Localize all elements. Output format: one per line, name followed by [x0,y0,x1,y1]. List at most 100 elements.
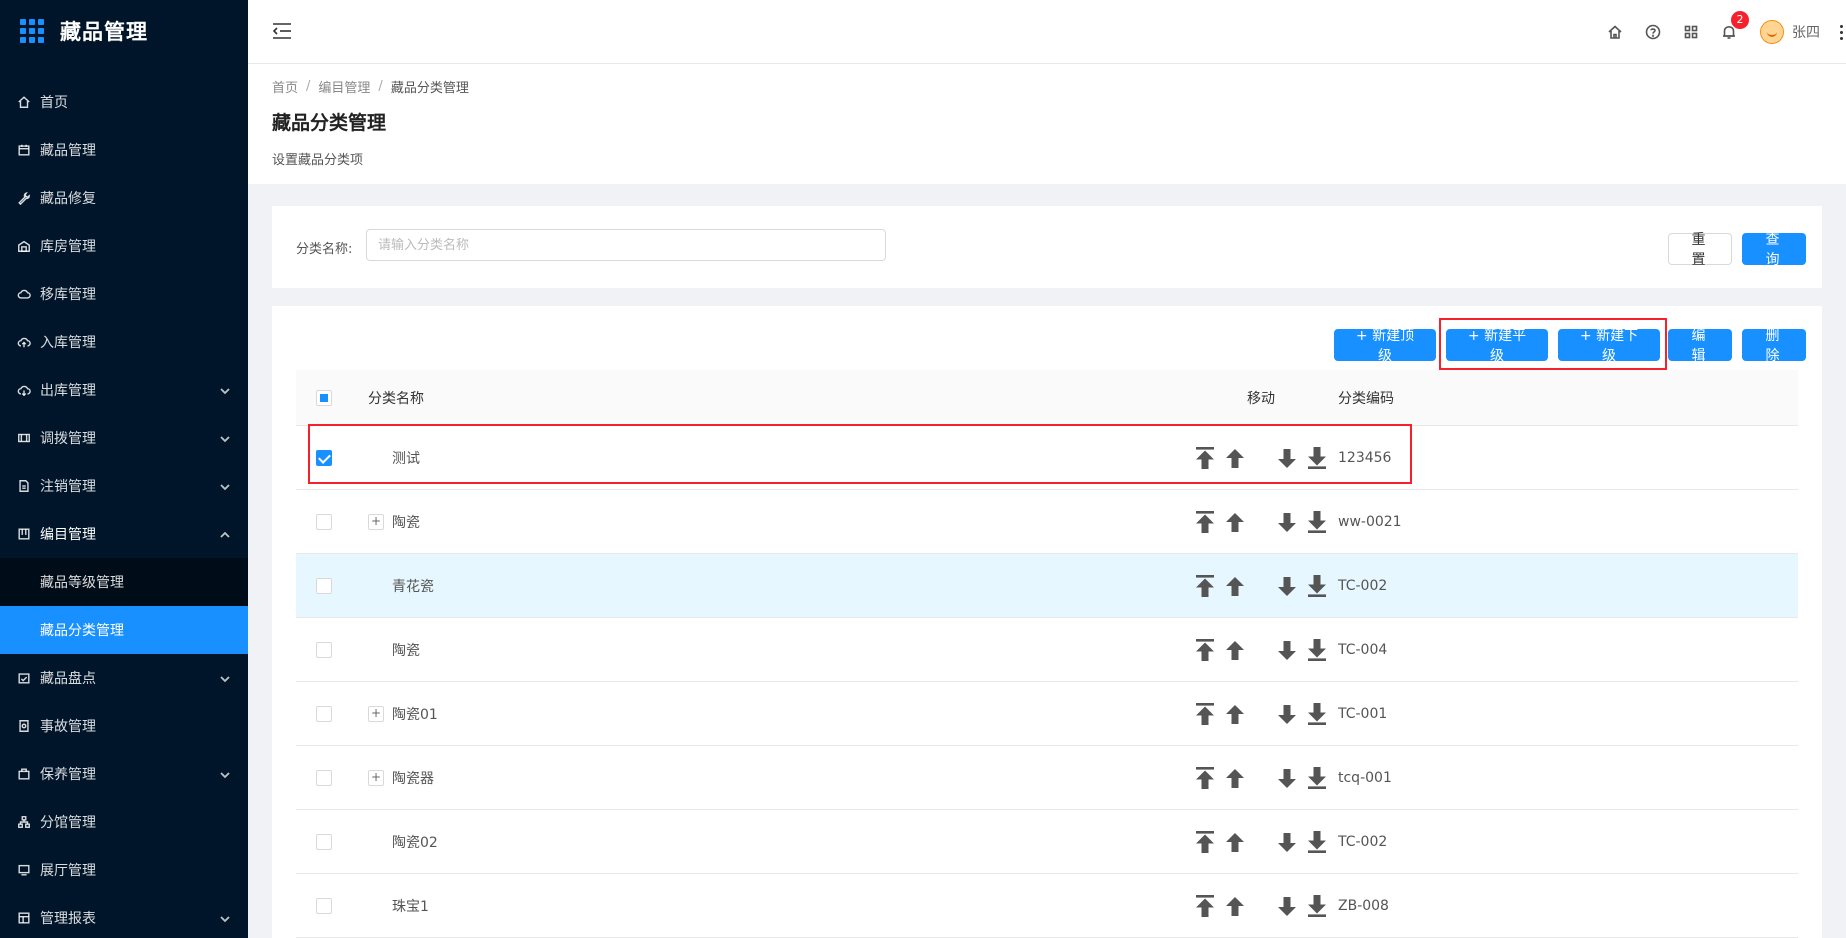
row-move-cell [1016,618,1506,681]
move-down-icon[interactable] [1276,574,1298,598]
reset-button[interactable]: 重置 [1668,232,1732,268]
user-menu[interactable]: 张四 [1760,20,1820,44]
move-to-bottom-icon[interactable] [1306,510,1328,534]
table-row[interactable]: + 陶瓷器 tcq-001 [296,746,1798,810]
sidebar-item-label: 藏品管理 [40,143,96,159]
row-checkbox[interactable] [316,769,332,786]
select-all-checkbox[interactable] [316,389,332,406]
expand-row-icon[interactable]: + [368,513,384,530]
table-row[interactable]: 陶瓷02 TC-002 [296,810,1798,874]
row-checkbox[interactable] [316,577,332,594]
move-to-bottom-icon[interactable] [1306,894,1328,918]
table-row[interactable]: 珠宝1 ZB-008 [296,874,1798,938]
sidebar-item-7[interactable]: 调拨管理 [0,414,248,462]
sidebar-subitem-1[interactable]: 藏品分类管理 [0,606,248,654]
move-to-bottom-icon[interactable] [1306,574,1328,598]
row-checkbox[interactable] [316,705,332,722]
move-up-icon[interactable] [1224,638,1246,662]
expand-row-icon[interactable]: + [368,769,384,786]
table-row[interactable]: + 陶瓷 ww-0021 [296,490,1798,554]
move-down-icon[interactable] [1276,830,1298,854]
move-down-icon[interactable] [1276,510,1298,534]
move-down-icon[interactable] [1276,638,1298,662]
sidebar-item-13[interactable]: 分馆管理 [0,798,248,846]
query-button[interactable]: 查询 [1742,232,1806,268]
row-name-cell: + 陶瓷 [368,490,420,553]
move-to-top-icon[interactable] [1194,830,1216,854]
sidebar-item-6[interactable]: 出库管理 [0,366,248,414]
file-icon [16,478,32,494]
sidebar-item-label: 注销管理 [40,479,96,495]
row-checkbox[interactable] [316,897,332,914]
sidebar-item-12[interactable]: 保养管理 [0,750,248,798]
sidebar-item-10[interactable]: 藏品盘点 [0,654,248,702]
delete-button[interactable]: 删除 [1742,328,1806,364]
move-to-bottom-icon[interactable] [1306,830,1328,854]
highlight-box-toolbar [1439,318,1667,370]
table-row[interactable]: 青花瓷 TC-002 [296,554,1798,618]
sidebar-submenu: 藏品等级管理 藏品分类管理 [0,558,248,654]
table-icon [16,910,32,926]
sidebar-item-9[interactable]: 编目管理 [0,510,248,558]
move-to-top-icon[interactable] [1194,894,1216,918]
bell-icon[interactable]: 2 [1710,0,1749,64]
sidebar-item-2[interactable]: 藏品修复 [0,174,248,222]
header-actions: 2 张四 [1596,0,1846,64]
sidebar-subitem-0[interactable]: 藏品等级管理 [0,558,248,606]
category-name: 陶瓷01 [392,706,438,723]
menu-fold-icon[interactable] [272,22,292,40]
move-to-top-icon[interactable] [1194,702,1216,726]
breadcrumb-home[interactable]: 首页 [272,77,298,96]
category-name: 珠宝1 [392,898,429,915]
sidebar-item-15[interactable]: 管理报表 [0,894,248,938]
move-actions [1194,830,1328,854]
table-row[interactable]: + 陶瓷01 TC-001 [296,682,1798,746]
sidebar-item-label: 出库管理 [40,383,96,399]
move-up-icon[interactable] [1224,702,1246,726]
move-up-icon[interactable] [1224,510,1246,534]
sidebar-item-8[interactable]: 注销管理 [0,462,248,510]
move-down-icon[interactable] [1276,894,1298,918]
sidebar-item-11[interactable]: 事故管理 [0,702,248,750]
sidebar-item-0[interactable]: 首页 [0,78,248,126]
move-down-icon[interactable] [1276,766,1298,790]
move-up-icon[interactable] [1224,766,1246,790]
row-select-cell [296,682,352,745]
move-to-bottom-icon[interactable] [1306,766,1328,790]
sidebar-item-label: 展厅管理 [40,863,96,879]
page-header: 首页 / 编目管理 / 藏品分类管理 藏品分类管理 设置藏品分类项 [248,64,1846,184]
home-icon[interactable] [1596,0,1634,64]
move-to-top-icon[interactable] [1194,638,1216,662]
move-down-icon[interactable] [1276,702,1298,726]
apps-icon[interactable] [1672,0,1710,64]
move-to-top-icon[interactable] [1194,574,1216,598]
row-checkbox[interactable] [316,641,332,658]
help-icon[interactable] [1634,0,1672,64]
row-name-cell: + 陶瓷01 [368,682,438,745]
move-up-icon[interactable] [1224,894,1246,918]
move-to-bottom-icon[interactable] [1306,702,1328,726]
move-up-icon[interactable] [1224,830,1246,854]
move-to-top-icon[interactable] [1194,766,1216,790]
row-checkbox[interactable] [316,833,332,850]
sidebar-item-14[interactable]: 展厅管理 [0,846,248,894]
sidebar-item-1[interactable]: 藏品管理 [0,126,248,174]
app-logo[interactable]: 藏品管理 [0,0,248,62]
more-vertical-icon[interactable] [1838,24,1844,40]
new-top-level-button[interactable]: + 新建顶级 [1334,328,1436,364]
move-to-bottom-icon[interactable] [1306,638,1328,662]
expand-row-icon[interactable]: + [368,705,384,722]
sidebar-item-5[interactable]: 入库管理 [0,318,248,366]
sidebar-item-3[interactable]: 库房管理 [0,222,248,270]
row-checkbox[interactable] [316,513,332,530]
category-name: 陶瓷02 [392,834,438,851]
move-to-top-icon[interactable] [1194,510,1216,534]
table-row[interactable]: 陶瓷 TC-004 [296,618,1798,682]
row-select-cell [296,810,352,873]
category-name-input[interactable] [366,229,886,261]
row-name-cell: 青花瓷 [368,554,434,617]
sidebar-item-4[interactable]: 移库管理 [0,270,248,318]
move-up-icon[interactable] [1224,574,1246,598]
edit-button[interactable]: 编辑 [1668,328,1732,364]
breadcrumb-catalog[interactable]: 编目管理 [318,77,370,96]
